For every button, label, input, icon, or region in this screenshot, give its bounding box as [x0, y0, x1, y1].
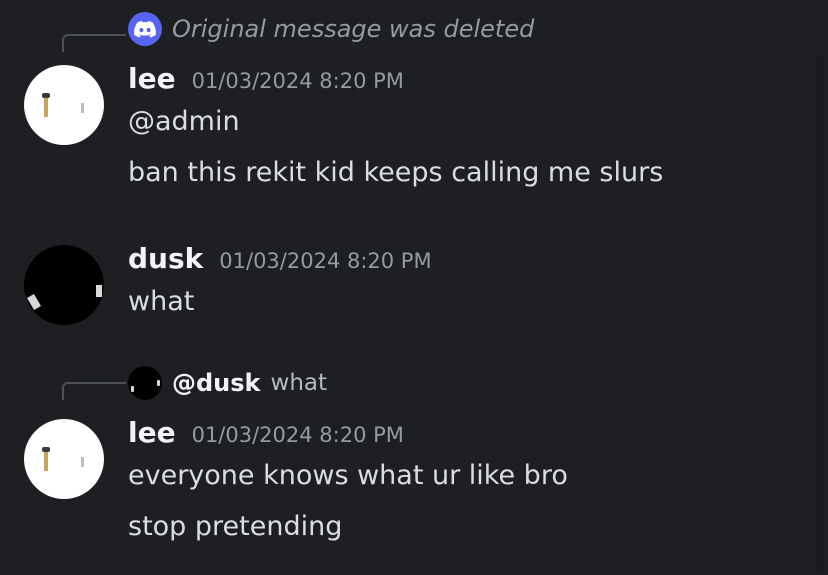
reply-spine [62, 382, 126, 400]
message-header: dusk 01/03/2024 8:20 PM [128, 242, 432, 275]
reply-author[interactable]: @dusk [172, 369, 261, 397]
reply-snippet[interactable]: what [271, 370, 328, 396]
avatar-lee[interactable] [24, 65, 104, 145]
timestamp: 01/03/2024 8:20 PM [219, 249, 432, 273]
reply-preview[interactable]: @dusk what [128, 366, 327, 400]
deleted-reply-text: Original message was deleted [172, 15, 535, 43]
avatar-dusk[interactable] [24, 245, 104, 325]
message-line: stop pretending [128, 511, 343, 542]
message-line: what [128, 286, 195, 317]
reply-spine [62, 34, 126, 52]
message-header: lee 01/03/2024 8:20 PM [128, 416, 404, 449]
discord-logo-icon [128, 12, 162, 46]
avatar-lee[interactable] [24, 419, 104, 499]
username[interactable]: lee [128, 62, 176, 95]
timestamp: 01/03/2024 8:20 PM [191, 69, 404, 93]
message-header: lee 01/03/2024 8:20 PM [128, 62, 404, 95]
reply-avatar-dusk[interactable] [128, 366, 162, 400]
message-line: @admin [128, 106, 240, 137]
chat-message-list: Original message was deleted lee 01/03/2… [0, 0, 810, 575]
timestamp: 01/03/2024 8:20 PM [191, 423, 404, 447]
reply-preview-deleted: Original message was deleted [128, 12, 534, 46]
message-line: everyone knows what ur like bro [128, 460, 568, 491]
username[interactable]: lee [128, 416, 176, 449]
scrollbar-thumb[interactable] [816, 54, 824, 575]
username[interactable]: dusk [128, 242, 203, 275]
scrollbar-track[interactable] [816, 54, 824, 575]
message-line: ban this rekit kid keeps calling me slur… [128, 157, 664, 188]
